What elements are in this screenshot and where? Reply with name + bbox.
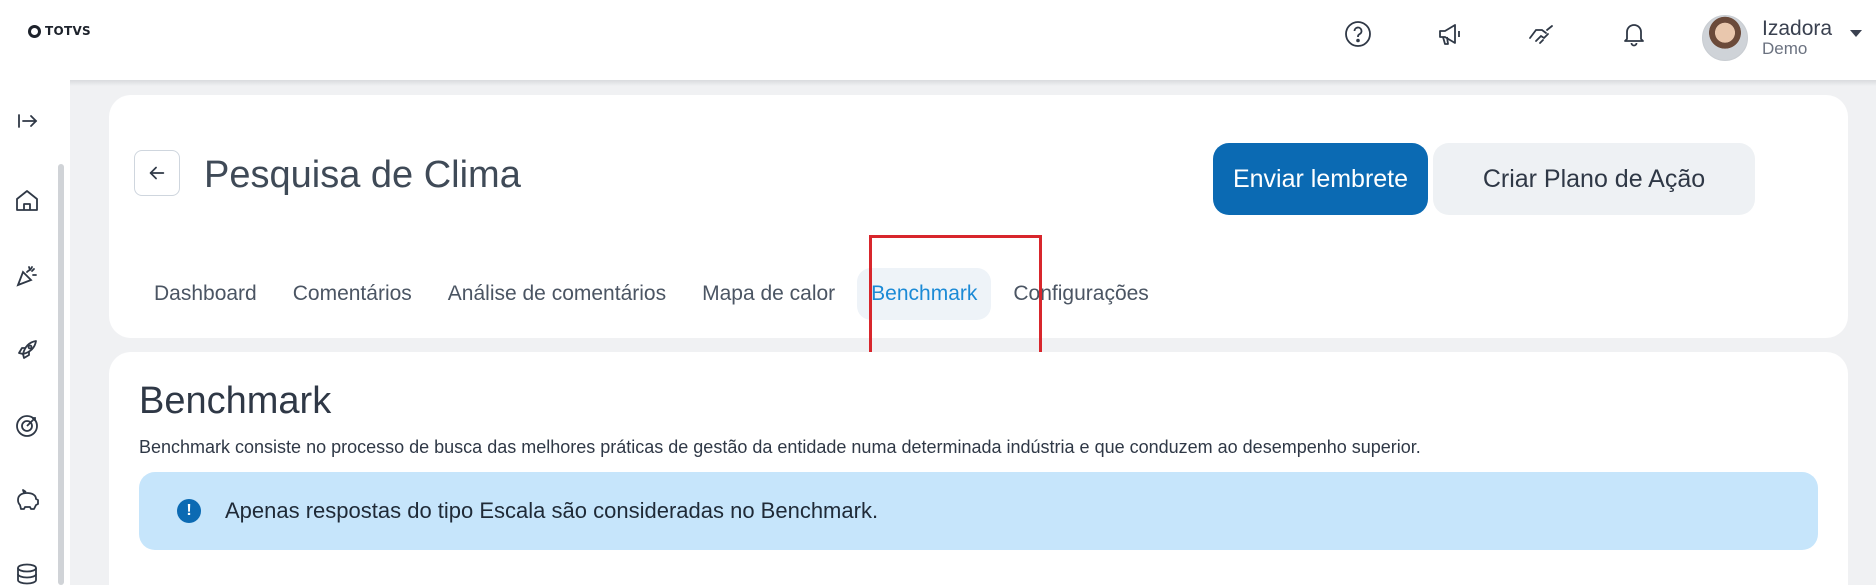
top-bar: TOTVS Izadora Demo bbox=[0, 0, 1876, 80]
arrow-left-icon bbox=[149, 166, 165, 180]
handshake-icon[interactable] bbox=[1524, 16, 1560, 52]
section-description: Benchmark consiste no processo de busca … bbox=[139, 437, 1421, 457]
tab-mapa-de-calor[interactable]: Mapa de calor bbox=[688, 268, 849, 320]
tab-analise-comentarios[interactable]: Análise de comentários bbox=[434, 268, 680, 320]
home-icon[interactable] bbox=[10, 183, 44, 217]
page-title: Pesquisa de Clima bbox=[204, 154, 521, 196]
coins-icon[interactable] bbox=[10, 558, 44, 585]
back-button[interactable] bbox=[134, 150, 180, 196]
help-icon[interactable] bbox=[1340, 16, 1376, 52]
user-menu[interactable]: Izadora Demo bbox=[1702, 14, 1863, 62]
create-action-plan-button[interactable]: Criar Plano de Ação bbox=[1433, 143, 1755, 215]
totvs-logo[interactable]: TOTVS bbox=[28, 24, 91, 38]
tab-bar: Dashboard Comentários Análise de comentá… bbox=[140, 264, 1171, 324]
celebration-icon[interactable] bbox=[10, 258, 44, 292]
top-actions bbox=[1340, 16, 1652, 52]
tab-benchmark[interactable]: Benchmark bbox=[857, 268, 992, 320]
logo-text: TOTVS bbox=[45, 24, 92, 38]
bell-icon[interactable] bbox=[1616, 16, 1652, 52]
info-banner: ! Apenas respostas do tipo Escala são co… bbox=[139, 472, 1818, 550]
user-name: Izadora bbox=[1762, 17, 1833, 41]
tab-comentarios[interactable]: Comentários bbox=[279, 268, 426, 320]
logo-mark-icon bbox=[28, 24, 41, 38]
tab-dashboard[interactable]: Dashboard bbox=[140, 268, 271, 320]
section-title: Benchmark bbox=[139, 380, 332, 422]
piggy-bank-icon[interactable] bbox=[10, 483, 44, 517]
megaphone-icon[interactable] bbox=[1432, 16, 1468, 52]
benchmark-card bbox=[109, 352, 1848, 585]
target-icon[interactable] bbox=[10, 408, 44, 442]
user-subtitle: Demo bbox=[1762, 39, 1808, 59]
rocket-icon[interactable] bbox=[10, 333, 44, 367]
user-info: Izadora Demo bbox=[1762, 17, 1833, 59]
rail-scrollbar[interactable] bbox=[58, 164, 64, 585]
info-banner-text: Apenas respostas do tipo Escala são cons… bbox=[225, 498, 879, 523]
tab-configuracoes[interactable]: Configurações bbox=[999, 268, 1162, 320]
topbar-shadow bbox=[70, 80, 1876, 86]
send-reminder-button[interactable]: Enviar lembrete bbox=[1213, 143, 1428, 215]
info-icon: ! bbox=[177, 499, 201, 523]
chevron-down-icon bbox=[1850, 29, 1863, 37]
expand-sidebar-icon[interactable] bbox=[10, 104, 44, 138]
avatar bbox=[1702, 15, 1748, 61]
